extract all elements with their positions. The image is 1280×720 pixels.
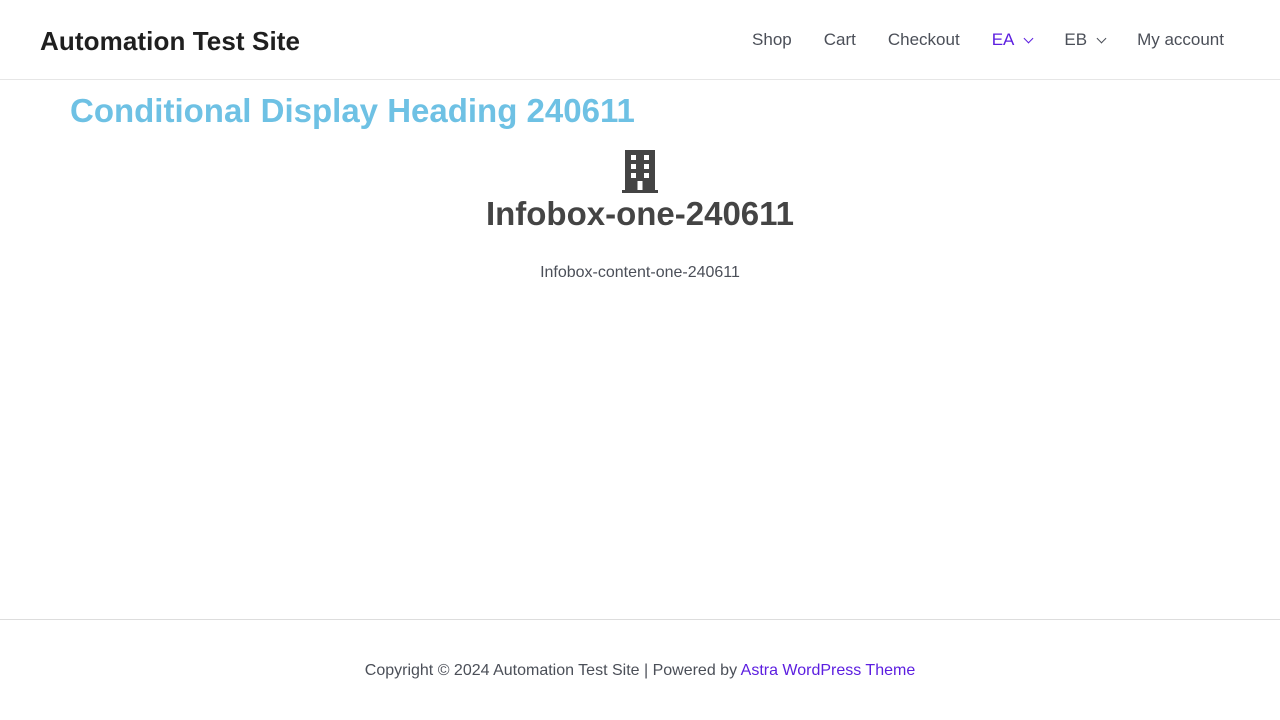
site-header: Automation Test Site Shop Cart Checkout … (0, 0, 1280, 80)
site-title-link[interactable]: Automation Test Site (40, 24, 300, 58)
nav-item-ea[interactable]: EA (976, 0, 1049, 80)
main-navigation: Shop Cart Checkout EA EB My account (736, 0, 1240, 80)
chevron-down-icon[interactable] (1096, 33, 1107, 43)
building-icon (622, 150, 658, 193)
nav-item-eb-label: EB (1064, 30, 1088, 49)
nav-item-shop[interactable]: Shop (736, 0, 808, 80)
infobox-title: Infobox-one-240611 (485, 195, 795, 232)
copyright-text: Copyright © 2024 Automation Test Site | … (364, 662, 741, 679)
nav-item-cart[interactable]: Cart (808, 0, 872, 80)
nav-item-ea-label: EA (991, 30, 1015, 49)
footer-copyright: Copyright © 2024 Automation Test Site | … (0, 660, 1280, 682)
nav-item-eb[interactable]: EB (1048, 0, 1121, 80)
conditional-display-heading: Conditional Display Heading 240611 (70, 92, 635, 129)
infobox-content: Infobox-content-one-240611 (540, 264, 740, 281)
nav-item-checkout[interactable]: Checkout (872, 0, 976, 80)
site-footer: Copyright © 2024 Automation Test Site | … (0, 619, 1280, 720)
infobox: Infobox-one-240611 Infobox-content-one-2… (0, 150, 1280, 284)
astra-theme-link[interactable]: Astra WordPress Theme (741, 662, 916, 679)
chevron-down-icon[interactable] (1023, 33, 1034, 43)
nav-item-my-account[interactable]: My account (1121, 0, 1240, 80)
